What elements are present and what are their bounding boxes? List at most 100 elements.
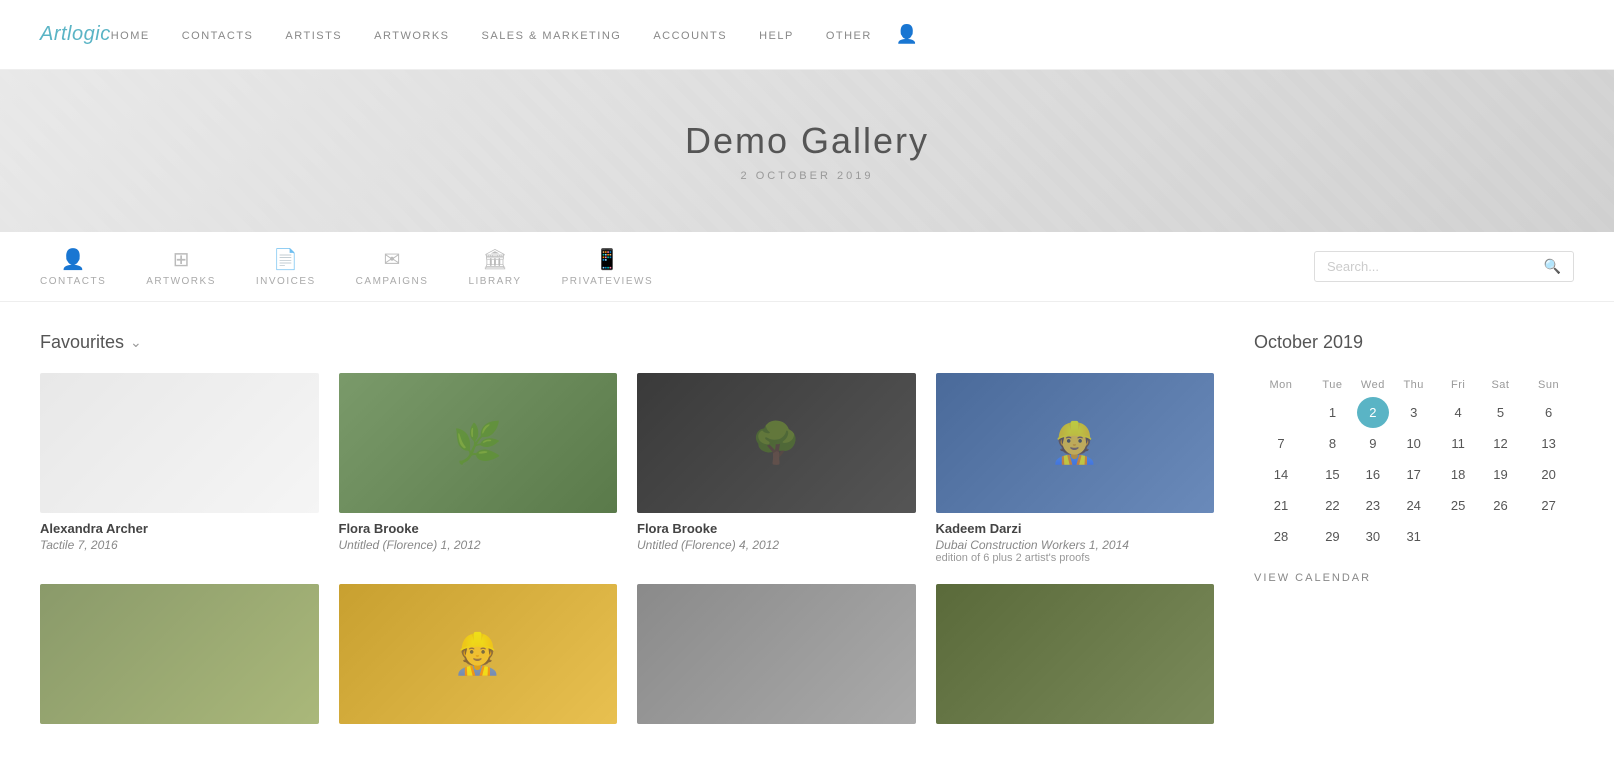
artwork-grid-2 (40, 584, 1214, 732)
artwork-edition: edition of 6 plus 2 artist's proofs (936, 552, 1215, 564)
calendar-day (1439, 521, 1478, 552)
nav-item-accounts[interactable]: ACCOUNTS (653, 26, 727, 44)
nav-link-accounts[interactable]: ACCOUNTS (653, 30, 727, 42)
search-input[interactable] (1327, 259, 1544, 274)
gallery-title: Demo Gallery (20, 120, 1594, 162)
artwork-card[interactable] (936, 584, 1215, 732)
calendar-day-header: Tue (1308, 373, 1357, 397)
nav-item-artists[interactable]: ARTISTS (285, 26, 342, 44)
campaigns-label: CAMPAIGNS (356, 276, 429, 287)
calendar-day[interactable]: 19 (1478, 459, 1523, 490)
calendar-day[interactable]: 29 (1308, 521, 1357, 552)
sub-nav-item-invoices[interactable]: 📄 INVOICES (256, 247, 316, 287)
calendar-table: MonTueWedThuFriSatSun1234567891011121314… (1254, 373, 1574, 552)
user-icon[interactable]: 👤 (896, 24, 918, 45)
calendar-day[interactable]: 12 (1478, 428, 1523, 459)
nav-item-help[interactable]: HELP (759, 26, 794, 44)
artwork-card[interactable]: Kadeem Darzi Dubai Construction Workers … (936, 373, 1215, 564)
calendar-day[interactable]: 31 (1389, 521, 1439, 552)
nav-item-contacts[interactable]: CONTACTS (182, 26, 254, 44)
contacts-label: CONTACTS (40, 276, 106, 287)
calendar-day[interactable]: 16 (1357, 459, 1389, 490)
sub-nav-item-campaigns[interactable]: ✉ CAMPAIGNS (356, 247, 429, 287)
artwork-title: Tactile 7, 2016 (40, 538, 319, 552)
invoices-label: INVOICES (256, 276, 316, 287)
nav-link-home[interactable]: HOME (111, 30, 150, 42)
calendar-day[interactable]: 15 (1308, 459, 1357, 490)
nav-item-other[interactable]: OTHER (826, 26, 872, 44)
calendar-day[interactable]: 14 (1254, 459, 1308, 490)
calendar-day[interactable]: 10 (1389, 428, 1439, 459)
chevron-down-icon[interactable]: ⌄ (130, 334, 142, 351)
sub-nav-item-privateviews[interactable]: 📱 PRIVATEVIEWS (562, 247, 654, 287)
nav-link-help[interactable]: HELP (759, 30, 794, 42)
library-label: LIBRARY (468, 276, 521, 287)
artwork-card[interactable] (339, 584, 618, 732)
nav-link-other[interactable]: OTHER (826, 30, 872, 42)
artwork-card[interactable] (637, 584, 916, 732)
nav-link-artworks[interactable]: ARTWORKS (374, 30, 449, 42)
calendar-day[interactable]: 26 (1478, 490, 1523, 521)
invoices-icon: 📄 (273, 247, 298, 272)
calendar-day[interactable]: 3 (1389, 397, 1439, 428)
calendar-day[interactable]: 27 (1523, 490, 1574, 521)
artwork-artist: Flora Brooke (339, 521, 618, 536)
nav-link-sales[interactable]: SALES & MARKETING (482, 30, 622, 42)
calendar-day[interactable]: 24 (1389, 490, 1439, 521)
calendar-day[interactable]: 25 (1439, 490, 1478, 521)
nav-item-artworks[interactable]: ARTWORKS (374, 26, 449, 44)
calendar-day[interactable]: 9 (1357, 428, 1389, 459)
calendar-day[interactable]: 23 (1357, 490, 1389, 521)
favourites-title: Favourites ⌄ (40, 332, 1214, 353)
nav-item-home[interactable]: HOME (111, 26, 150, 44)
artwork-artist: Kadeem Darzi (936, 521, 1215, 536)
nav-link-contacts[interactable]: CONTACTS (182, 30, 254, 42)
content-area: Favourites ⌄ Alexandra Archer Tactile 7,… (40, 332, 1214, 732)
calendar-day[interactable]: 2 (1357, 397, 1389, 428)
artworks-icon: ⊞ (173, 247, 190, 272)
artwork-artist: Alexandra Archer (40, 521, 319, 536)
library-icon: 🏛 (482, 247, 507, 272)
sub-nav: 👤 CONTACTS ⊞ ARTWORKS 📄 INVOICES ✉ CAMPA… (0, 232, 1614, 302)
calendar-day[interactable]: 11 (1439, 428, 1478, 459)
calendar-day[interactable]: 18 (1439, 459, 1478, 490)
view-calendar-link[interactable]: VIEW CALENDAR (1254, 572, 1371, 584)
artwork-card[interactable] (40, 584, 319, 732)
artwork-image (936, 373, 1215, 513)
artwork-card[interactable]: Flora Brooke Untitled (Florence) 4, 2012 (637, 373, 916, 564)
calendar-day[interactable]: 8 (1308, 428, 1357, 459)
artwork-image (637, 584, 916, 724)
calendar-day[interactable]: 1 (1308, 397, 1357, 428)
logo[interactable]: Artlogic (40, 23, 111, 46)
artwork-title: Untitled (Florence) 1, 2012 (339, 538, 618, 552)
search-bar[interactable]: 🔍 (1314, 251, 1574, 282)
calendar-day[interactable]: 20 (1523, 459, 1574, 490)
nav-link-artists[interactable]: ARTISTS (285, 30, 342, 42)
calendar-day[interactable]: 21 (1254, 490, 1308, 521)
sub-nav-item-contacts[interactable]: 👤 CONTACTS (40, 247, 106, 287)
calendar-title: October 2019 (1254, 332, 1574, 353)
nav-item-sales[interactable]: SALES & MARKETING (482, 26, 622, 44)
calendar-day-header: Mon (1254, 373, 1308, 397)
artwork-image (40, 584, 319, 724)
privateviews-icon: 📱 (595, 247, 620, 272)
sub-nav-item-library[interactable]: 🏛 LIBRARY (468, 247, 521, 287)
privateviews-label: PRIVATEVIEWS (562, 276, 654, 287)
calendar-day[interactable]: 22 (1308, 490, 1357, 521)
calendar-day[interactable]: 28 (1254, 521, 1308, 552)
sub-nav-item-artworks[interactable]: ⊞ ARTWORKS (146, 247, 216, 287)
campaigns-icon: ✉ (384, 247, 401, 272)
calendar-day[interactable]: 17 (1389, 459, 1439, 490)
calendar-day[interactable]: 6 (1523, 397, 1574, 428)
artwork-card[interactable]: Alexandra Archer Tactile 7, 2016 (40, 373, 319, 564)
calendar-day-header: Sun (1523, 373, 1574, 397)
calendar-day[interactable]: 7 (1254, 428, 1308, 459)
calendar-day[interactable]: 13 (1523, 428, 1574, 459)
sidebar: October 2019 MonTueWedThuFriSatSun123456… (1254, 332, 1574, 732)
calendar-day[interactable]: 5 (1478, 397, 1523, 428)
gallery-date: 2 OCTOBER 2019 (20, 170, 1594, 182)
calendar-day[interactable]: 4 (1439, 397, 1478, 428)
calendar-day[interactable]: 30 (1357, 521, 1389, 552)
artwork-card[interactable]: Flora Brooke Untitled (Florence) 1, 2012 (339, 373, 618, 564)
calendar-day-header: Sat (1478, 373, 1523, 397)
